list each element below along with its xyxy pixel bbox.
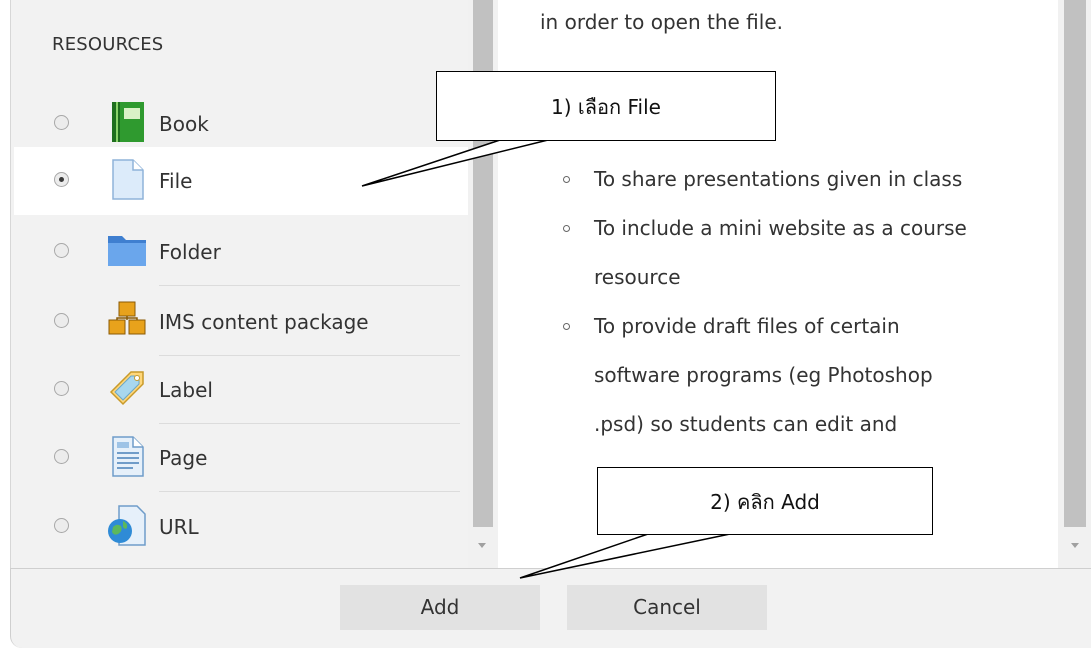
option-file-label: File: [159, 169, 193, 193]
option-file[interactable]: File: [14, 147, 468, 215]
package-icon: [108, 301, 146, 335]
option-ims-content-package[interactable]: IMS content package: [14, 288, 468, 356]
option-page-radio[interactable]: [54, 449, 69, 464]
option-ims-radio[interactable]: [54, 313, 69, 328]
help-scrollbar-thumb[interactable]: [1064, 0, 1086, 527]
cancel-button[interactable]: Cancel: [567, 585, 767, 630]
folder-icon: [108, 236, 146, 266]
dialog-footer: [10, 568, 1091, 648]
file-icon: [112, 159, 144, 200]
callout-click-add: 2) คลิก Add: [597, 467, 933, 535]
option-url-radio[interactable]: [54, 518, 69, 533]
option-folder-label: Folder: [159, 240, 221, 264]
help-scroll-down-icon[interactable]: [1071, 543, 1079, 548]
option-folder-radio[interactable]: [54, 243, 69, 258]
url-globe-icon: [108, 505, 146, 546]
option-url[interactable]: URL: [14, 493, 468, 561]
book-icon: [112, 102, 144, 142]
option-label[interactable]: Label: [14, 356, 468, 424]
option-folder[interactable]: Folder: [14, 218, 468, 286]
option-url-label: URL: [159, 515, 199, 539]
option-ims-label: IMS content package: [159, 310, 369, 334]
help-bullet: To include a mini website as a course re…: [560, 204, 980, 302]
option-file-radio[interactable]: [54, 172, 69, 187]
help-bullet: To share presentations given in class: [560, 155, 980, 204]
help-bullet-list: To share presentations given in class To…: [560, 155, 980, 449]
option-book-label: Book: [159, 112, 209, 136]
option-book-radio[interactable]: [54, 115, 69, 130]
option-page[interactable]: Page: [14, 424, 468, 492]
option-label-label: Label: [159, 378, 213, 402]
options-scroll-down-icon[interactable]: [478, 543, 486, 548]
add-button[interactable]: Add: [340, 585, 540, 630]
option-page-label: Page: [159, 446, 208, 470]
help-intro-text: in order to open the file.: [540, 10, 783, 34]
section-heading: RESOURCES: [52, 34, 164, 55]
callout-select-file: 1) เลือก File: [436, 71, 776, 141]
help-bullet: To provide draft files of certain softwa…: [560, 302, 980, 449]
option-label-radio[interactable]: [54, 381, 69, 396]
label-tag-icon: [109, 371, 144, 406]
page-icon: [112, 436, 144, 477]
